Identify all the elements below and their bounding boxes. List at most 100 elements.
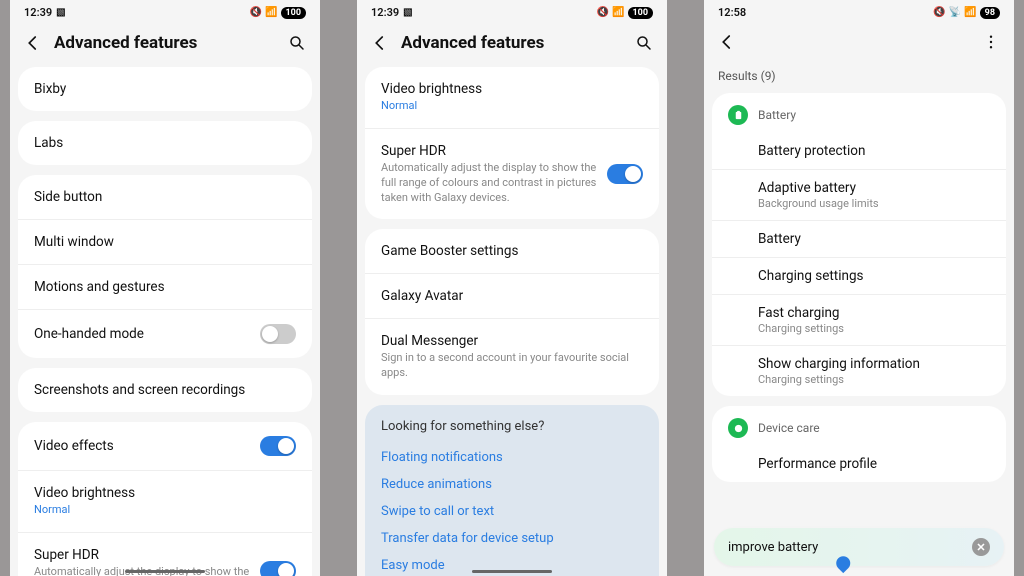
phone-screen-3: 12:58 🔇 📡 📶 98 Results (9) Battery Batte… (704, 0, 1014, 576)
result-item[interactable]: Fast charging Charging settings (712, 295, 1006, 346)
row-title: Galaxy Avatar (381, 288, 643, 304)
result-item[interactable]: Battery protection (712, 133, 1006, 170)
row-title: Video brightness (381, 81, 643, 97)
toggle-switch[interactable] (260, 561, 296, 576)
row-title: Screenshots and screen recordings (34, 382, 296, 398)
search-input[interactable]: improve battery ✕ (714, 528, 1004, 566)
status-time: 12:58 (718, 6, 746, 19)
mute-icon: 🔇 (933, 7, 945, 18)
result-item[interactable]: Performance profile (712, 446, 1006, 482)
settings-row[interactable]: Video brightness Normal (18, 471, 312, 533)
settings-row[interactable]: Multi window (18, 220, 312, 265)
toggle-switch[interactable] (260, 436, 296, 456)
result-title: Battery (758, 231, 990, 247)
devicecare-icon (728, 418, 748, 438)
row-subtitle: Sign in to a second account in your favo… (381, 351, 643, 381)
row-title: Video brightness (34, 485, 296, 501)
suggestion-link[interactable]: Transfer data for device setup (381, 525, 643, 552)
settings-row[interactable]: Super HDR Automatically adjust the displa… (365, 129, 659, 220)
section-name: Battery (758, 108, 796, 122)
settings-row[interactable]: Video brightness Normal (365, 67, 659, 129)
settings-card: Game Booster settings Galaxy Avatar Dual… (365, 229, 659, 395)
row-title: Labs (34, 135, 296, 151)
nav-indicator (125, 570, 205, 573)
settings-row[interactable]: Dual Messenger Sign in to a second accoun… (365, 319, 659, 395)
battery-level: 98 (980, 7, 1000, 19)
row-subtitle: Normal (34, 503, 296, 518)
phone-screen-1: 12:39 ▧ 🔇 📶 100 Advanced features Bixby … (10, 0, 320, 576)
status-bar: 12:39 ▧ 🔇 📶 100 (357, 0, 667, 23)
header (704, 23, 1014, 65)
more-icon[interactable] (982, 33, 1000, 51)
nav-indicator (472, 570, 552, 573)
result-title: Show charging information (758, 356, 990, 372)
result-title: Adaptive battery (758, 180, 990, 196)
suggestions-title: Looking for something else? (381, 419, 643, 434)
toggle-switch[interactable] (260, 324, 296, 344)
signal-icon: 📶 (964, 7, 976, 18)
back-icon[interactable] (24, 34, 42, 52)
settings-row[interactable]: Labs (18, 121, 312, 165)
result-item[interactable]: Charging settings (712, 258, 1006, 295)
signal-icon: 📶 (265, 7, 277, 18)
battery-level: 100 (281, 7, 307, 19)
result-item[interactable]: Battery (712, 221, 1006, 258)
row-title: Super HDR (34, 547, 250, 563)
status-time: 12:39 (24, 6, 52, 19)
results-section: Device care Performance profile (712, 406, 1006, 482)
status-bar: 12:58 🔇 📡 📶 98 (704, 0, 1014, 23)
row-title: Side button (34, 189, 296, 205)
suggestion-link[interactable]: Swipe to call or text (381, 498, 643, 525)
settings-row[interactable]: Bixby (18, 67, 312, 111)
status-bar: 12:39 ▧ 🔇 📶 100 (10, 0, 320, 23)
section-header: Battery (712, 93, 1006, 133)
screenshot-icon: ▧ (56, 7, 65, 18)
clear-icon[interactable]: ✕ (972, 538, 990, 556)
phone-screen-2: 12:39 ▧ 🔇 📶 100 Advanced features Video … (357, 0, 667, 576)
result-item[interactable]: Show charging information Charging setti… (712, 346, 1006, 396)
settings-row[interactable]: Motions and gestures (18, 265, 312, 310)
suggestion-link[interactable]: Reduce animations (381, 471, 643, 498)
back-icon[interactable] (718, 33, 736, 51)
row-title: Multi window (34, 234, 296, 250)
result-title: Performance profile (758, 456, 990, 472)
settings-row[interactable]: Video effects (18, 422, 312, 471)
back-icon[interactable] (371, 34, 389, 52)
header: Advanced features (357, 23, 667, 67)
row-title: Super HDR (381, 143, 597, 159)
settings-row[interactable]: One-handed mode (18, 310, 312, 358)
wifi-icon: 📡 (949, 7, 961, 18)
suggestions-card: Looking for something else? Floating not… (365, 405, 659, 576)
settings-list[interactable]: Bixby Labs Side button Multi window Moti… (10, 67, 320, 576)
header: Advanced features (10, 23, 320, 67)
settings-list[interactable]: Video brightness Normal Super HDR Automati… (357, 67, 667, 576)
settings-row[interactable]: Screenshots and screen recordings (18, 368, 312, 412)
search-icon[interactable] (288, 34, 306, 52)
results-section: Battery Battery protection Adaptive batt… (712, 93, 1006, 396)
result-title: Battery protection (758, 143, 990, 159)
section-name: Device care (758, 421, 820, 435)
settings-card: Video effects Video brightness Normal Sup… (18, 422, 312, 576)
mute-icon: 🔇 (597, 7, 609, 18)
search-icon[interactable] (635, 34, 653, 52)
toggle-switch[interactable] (607, 164, 643, 184)
settings-card: Labs (18, 121, 312, 165)
row-title: Game Booster settings (381, 243, 643, 259)
result-title: Fast charging (758, 305, 990, 321)
battery-level: 100 (628, 7, 654, 19)
signal-icon: 📶 (612, 7, 624, 18)
row-subtitle: Normal (381, 99, 643, 114)
results-list[interactable]: Battery Battery protection Adaptive batt… (704, 93, 1014, 576)
row-subtitle: Automatically adjust the display to show… (381, 161, 597, 206)
suggestion-link[interactable]: Floating notifications (381, 444, 643, 471)
settings-row[interactable]: Game Booster settings (365, 229, 659, 274)
settings-card: Side button Multi window Motions and ges… (18, 175, 312, 358)
result-sub: Charging settings (758, 322, 990, 335)
settings-row[interactable]: Galaxy Avatar (365, 274, 659, 319)
settings-row[interactable]: Side button (18, 175, 312, 220)
results-count: Results (9) (704, 65, 1014, 93)
section-header: Device care (712, 406, 1006, 446)
result-sub: Background usage limits (758, 197, 990, 210)
row-title: Dual Messenger (381, 333, 643, 349)
result-item[interactable]: Adaptive battery Background usage limits (712, 170, 1006, 221)
